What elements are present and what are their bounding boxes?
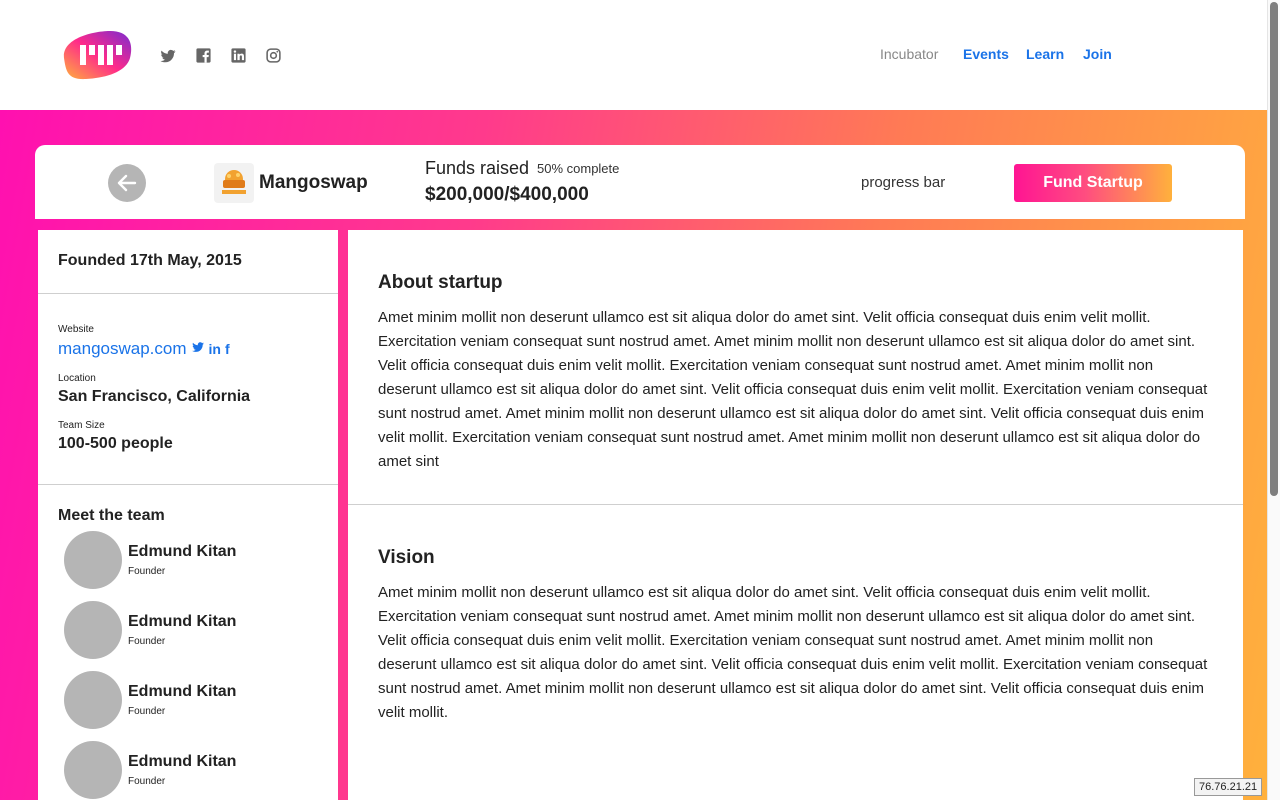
instagram-icon[interactable] <box>265 47 283 65</box>
facebook-icon[interactable] <box>195 47 213 65</box>
funds-amount: $200,000/$400,000 <box>425 184 589 205</box>
vision-section: Vision Amet minim mollit non deserunt ul… <box>348 505 1243 755</box>
back-button[interactable] <box>108 164 146 202</box>
arrow-left-icon <box>117 174 137 192</box>
member-name: Edmund Kitan <box>128 613 237 630</box>
nav-learn[interactable]: Learn <box>1026 46 1064 62</box>
main-content: About startup Amet minim mollit non dese… <box>348 230 1243 800</box>
site-header: Incubator Events Learn Join <box>0 0 1280 110</box>
member-name: Edmund Kitan <box>128 683 237 700</box>
member-role: Founder <box>128 776 166 787</box>
avatar <box>64 671 122 729</box>
page-scrollbar[interactable] <box>1267 0 1280 800</box>
nav-events[interactable]: Events <box>963 46 1009 62</box>
twitter-icon[interactable] <box>191 340 205 359</box>
team-size-value: 100-500 people <box>58 435 173 452</box>
avatar <box>64 531 122 589</box>
startup-logo <box>214 163 254 203</box>
about-title: About startup <box>378 272 503 293</box>
startup-sidebar: Founded 17th May, 2015 Website mangoswap… <box>38 230 338 800</box>
avatar <box>64 741 122 799</box>
about-section: About startup Amet minim mollit non dese… <box>348 230 1243 505</box>
site-logo[interactable] <box>58 28 134 82</box>
avatar <box>64 601 122 659</box>
nav-join[interactable]: Join <box>1083 46 1112 62</box>
team-member[interactable]: Edmund Kitan Founder <box>58 601 318 671</box>
linkedin-icon[interactable] <box>230 47 248 65</box>
funds-percent: 50% complete <box>537 161 620 176</box>
team-member[interactable]: Edmund Kitan Founder <box>58 741 318 811</box>
member-name: Edmund Kitan <box>128 753 237 770</box>
team-size-label: Team Size <box>58 420 105 431</box>
member-role: Founder <box>128 566 166 577</box>
website-row: mangoswap.com in f <box>58 339 318 359</box>
member-role: Founder <box>128 636 166 647</box>
website-link[interactable]: mangoswap.com <box>58 339 187 359</box>
linkedin-icon[interactable]: in <box>209 341 221 357</box>
team-member[interactable]: Edmund Kitan Founder <box>58 531 318 601</box>
vision-text: Amet minim mollit non deserunt ullamco e… <box>378 584 1208 721</box>
nav-incubator[interactable]: Incubator <box>880 46 938 62</box>
startup-summary-bar: Mangoswap Funds raised 50% complete $200… <box>35 145 1245 219</box>
twitter-icon[interactable] <box>159 47 177 65</box>
member-role: Founder <box>128 706 166 717</box>
ip-address-badge: 76.76.21.21 <box>1194 778 1263 796</box>
startup-name: Mangoswap <box>259 172 368 193</box>
funds-raised-label: Funds raised <box>425 158 530 178</box>
progress-bar-placeholder: progress bar <box>861 174 946 191</box>
startup-details: Website mangoswap.com in f Location San … <box>38 294 338 485</box>
website-label: Website <box>58 324 94 335</box>
member-name: Edmund Kitan <box>128 543 237 560</box>
scrollbar-thumb[interactable] <box>1270 2 1278 496</box>
fund-startup-button[interactable]: Fund Startup <box>1014 164 1172 202</box>
facebook-icon[interactable]: f <box>225 341 230 357</box>
location-value: San Francisco, California <box>58 388 251 405</box>
vision-title: Vision <box>378 547 435 568</box>
team-section: Meet the team Edmund Kitan Founder Edmun… <box>38 485 338 811</box>
team-member[interactable]: Edmund Kitan Founder <box>58 671 318 741</box>
founded-date: Founded 17th May, 2015 <box>38 230 338 294</box>
team-heading: Meet the team <box>58 507 165 524</box>
about-text: Amet minim mollit non deserunt ullamco e… <box>378 309 1208 470</box>
location-label: Location <box>58 373 96 384</box>
